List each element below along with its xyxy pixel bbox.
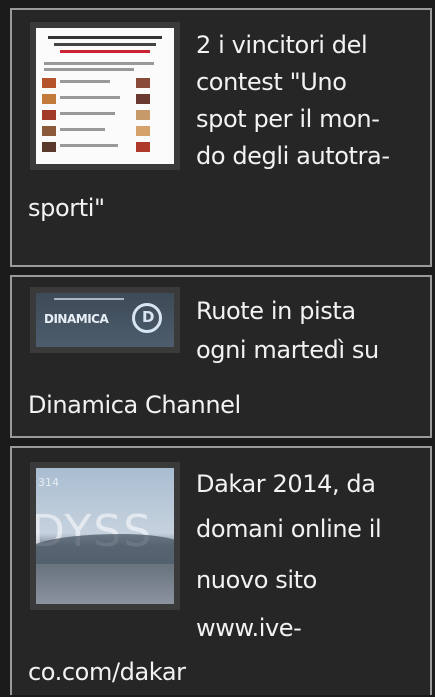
title-line: co.com/dakar [28,658,186,686]
article-title-link[interactable]: 2 i vincitori del contest "Uno spot per … [12,10,430,265]
title-line: www.ive- [196,614,302,642]
title-line: 2 i vincitori del [196,31,368,59]
article-title-link[interactable]: Dakar 2014, da domani online il nuovo si… [12,448,430,697]
title-line: spot per il mon- [196,105,380,133]
news-card[interactable]: DINAMICA D Ruote in pista ogni martedì s… [10,275,432,438]
title-line: Dinamica Channel [28,391,241,419]
news-card[interactable]: 2 i vincitori del contest "Uno spot per … [10,8,432,267]
title-line: Dakar 2014, da [196,470,376,498]
title-line: nuovo sito [196,566,317,594]
news-feed: 2 i vincitori del contest "Uno spot per … [0,0,435,695]
title-line: Ruote in pista [196,297,356,325]
title-line: do degli autotra- [196,142,390,170]
title-line: sporti" [28,194,105,222]
title-line: domani online il [196,515,382,543]
title-line: ogni martedì su [196,336,379,364]
article-title-link[interactable]: Ruote in pista ogni martedì su Dinamica … [12,277,430,436]
title-line: contest "Uno [196,68,347,96]
news-card[interactable]: 314 DYSS Dakar 2014, da domani online il… [10,446,432,695]
